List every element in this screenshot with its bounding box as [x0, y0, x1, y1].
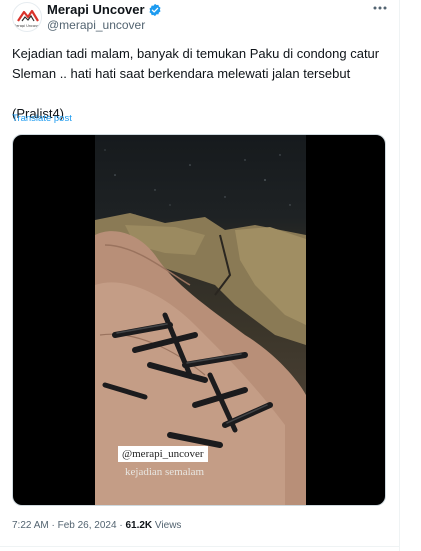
meta-separator-2: · — [119, 520, 123, 531]
verified-badge-icon — [149, 3, 161, 16]
views-label: Views — [154, 520, 182, 531]
views-count: 61.2K — [125, 520, 153, 531]
video-overlay-handle: @merapi_uncover — [118, 446, 208, 462]
post-meta: 7:22 AM · Feb 26, 2024 · 61.2K Views — [12, 520, 181, 531]
post-divider — [0, 546, 400, 547]
meta-separator: · — [51, 520, 55, 531]
post-time[interactable]: 7:22 AM — [12, 520, 49, 531]
translate-post-link[interactable]: Translate post — [12, 113, 72, 124]
video-overlay-caption: kejadian semalam — [125, 466, 205, 478]
column-divider — [399, 0, 400, 551]
avatar-logo-text: Merapi Uncover — [13, 24, 41, 28]
post-date[interactable]: Feb 26, 2024 — [58, 520, 117, 531]
author-name-row[interactable]: Merapi Uncover — [47, 2, 162, 17]
author-handle[interactable]: @merapi_uncover — [47, 18, 145, 32]
tweet-text: Kejadian tadi malam, banyak di temukan P… — [12, 46, 380, 121]
more-options-icon[interactable] — [372, 3, 388, 13]
avatar[interactable]: Merapi Uncover — [12, 2, 42, 32]
video-player[interactable]: @merapi_uncover kejadian semalam — [12, 134, 386, 506]
display-name[interactable]: Merapi Uncover — [47, 2, 145, 17]
